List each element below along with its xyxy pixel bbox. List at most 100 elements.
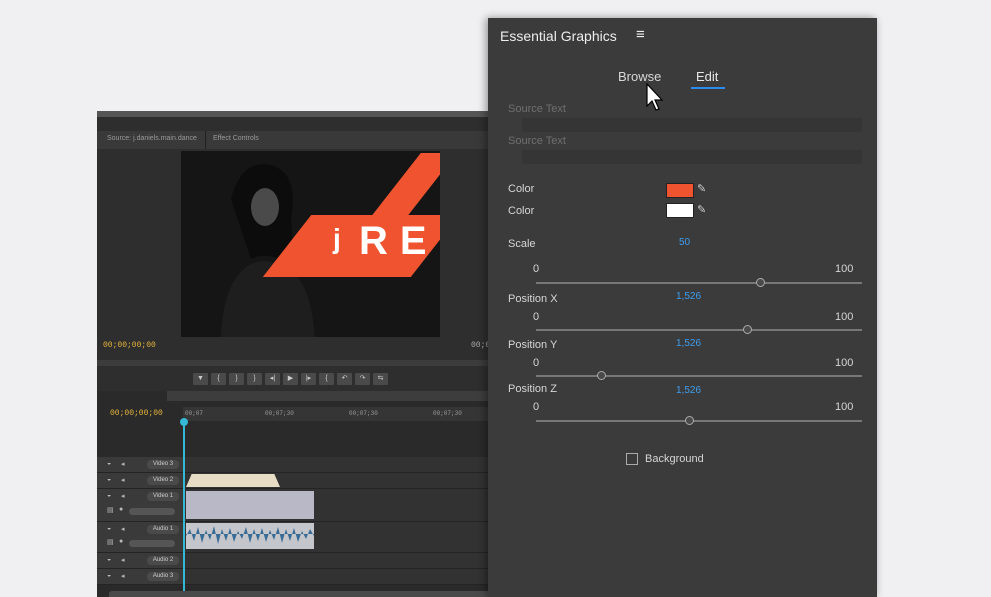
position-z-value[interactable]: 1,526	[676, 385, 701, 396]
position-x-label: Position X	[508, 293, 558, 305]
source-text-field-2[interactable]	[522, 150, 862, 164]
background-label: Background	[645, 453, 704, 465]
overwrite-button[interactable]: ↷	[355, 373, 370, 385]
ruler-label: 00;07	[185, 410, 204, 417]
mark-in-button[interactable]: {	[211, 373, 226, 385]
position-z-min: 0	[533, 401, 540, 413]
ruler-label: 00;07;30	[265, 410, 294, 417]
color-label-2: Color	[508, 205, 535, 217]
lock-icon[interactable]: ◂	[121, 525, 125, 533]
tab-effect-controls[interactable]: Effect Controls	[213, 135, 259, 142]
mic-icon: ▤	[107, 539, 114, 546]
eye-icon[interactable]: ◒	[107, 476, 111, 483]
panel-title: Essential Graphics	[500, 28, 617, 44]
position-x-value[interactable]: 1,526	[676, 291, 701, 302]
tab-source[interactable]: Source: j.daniels.main.dance	[107, 135, 197, 142]
mark-out-button[interactable]: }	[229, 373, 244, 385]
speaker-icon[interactable]: ◒	[107, 556, 111, 563]
scale-slider[interactable]	[536, 282, 862, 284]
position-y-value[interactable]: 1,526	[676, 338, 701, 349]
go-to-in-button[interactable]: }	[247, 373, 262, 385]
position-z-slider[interactable]	[536, 420, 862, 422]
monitor-tab-bar: Source: j.daniels.main.dance Effect Cont…	[97, 131, 490, 149]
position-y-slider[interactable]	[536, 375, 862, 377]
source-scrub-bar[interactable]	[97, 360, 490, 366]
preview-letter: j	[333, 223, 341, 254]
track-header: ◒ ◂ Video 3	[97, 457, 183, 472]
position-x-slider-handle[interactable]	[743, 325, 753, 334]
position-z-label: Position Z	[508, 383, 557, 395]
track-audio-1: ◒ ◂ Audio 1 ▤ ●	[97, 522, 490, 553]
video-clip[interactable]	[186, 491, 314, 519]
speaker-icon[interactable]: ◒	[107, 572, 111, 579]
speaker-icon[interactable]: ◒	[107, 525, 111, 532]
insert-button[interactable]: ↶	[337, 373, 352, 385]
track-header: ◒ ◂ Audio 2	[97, 553, 183, 568]
position-z-slider-handle[interactable]	[684, 416, 694, 425]
position-x-slider[interactable]	[536, 329, 862, 331]
timeline-timecode: 00;00;00;00	[110, 409, 163, 418]
hamburger-icon[interactable]: ≡	[636, 26, 645, 43]
eyedropper-icon[interactable]: ✎	[697, 182, 706, 195]
orange-shape-top	[369, 153, 440, 219]
tab-separator	[205, 131, 206, 149]
background-checkbox[interactable]	[626, 453, 638, 465]
program-preview: j RE	[181, 151, 440, 337]
playhead[interactable]	[183, 421, 185, 597]
playhead-handle[interactable]	[180, 418, 188, 426]
lock-icon[interactable]: ◂	[121, 460, 125, 468]
position-x-min: 0	[533, 311, 540, 323]
lock-icon[interactable]: ◂	[121, 572, 125, 580]
track-header: ◒ ◂ Audio 3	[97, 569, 183, 584]
source-text-label-2: Source Text	[508, 135, 566, 147]
eyedropper-icon[interactable]: ✎	[697, 203, 706, 216]
position-y-max: 100	[835, 357, 854, 369]
marker-button[interactable]: ▼	[193, 373, 208, 385]
track-header: ◒ ◂ Video 1 ▤ ●	[97, 489, 183, 521]
position-y-slider-handle[interactable]	[596, 371, 606, 380]
step-forward-button[interactable]: |▸	[301, 373, 316, 385]
track-header: ◒ ◂ Video 2	[97, 473, 183, 488]
step-back-button[interactable]: ◂|	[265, 373, 280, 385]
editor-window: Source: j.daniels.main.dance Effect Cont…	[97, 111, 490, 597]
scale-label: Scale	[508, 238, 536, 250]
ruler-label: 00;07;30	[349, 410, 378, 417]
track-volume-pill[interactable]	[129, 540, 175, 547]
track-header: ◒ ◂ Audio 1 ▤ ●	[97, 522, 183, 552]
dot-icon: ●	[119, 538, 124, 545]
timeline-scrollbar[interactable]	[109, 591, 490, 597]
track-audio-2: ◒ ◂ Audio 2	[97, 553, 490, 569]
timeline-panel: 00;00;00;00 00;07 00;07;30 00;07;30 00;0…	[97, 391, 490, 597]
position-z-max: 100	[835, 401, 854, 413]
scale-value[interactable]: 50	[679, 237, 690, 248]
scale-slider-handle[interactable]	[756, 278, 766, 287]
color-swatch-2[interactable]	[666, 203, 694, 218]
transport-controls: ▼ { } } ◂| ▶ |▸ { ↶ ↷ ⇆	[193, 373, 429, 387]
eye-icon[interactable]: ◒	[107, 460, 111, 467]
track-volume-pill[interactable]	[129, 508, 175, 515]
lock-icon[interactable]: ◂	[121, 492, 125, 500]
export-frame-button[interactable]: ⇆	[373, 373, 388, 385]
eye-icon[interactable]: ◒	[107, 492, 111, 499]
position-y-min: 0	[533, 357, 540, 369]
track-label: Audio 1	[147, 525, 179, 534]
track-label: Video 1	[147, 492, 179, 501]
audio-clip[interactable]	[186, 523, 314, 549]
track-video-3: ◒ ◂ Video 3	[97, 457, 490, 473]
scale-min: 0	[533, 263, 540, 275]
graphics-clip[interactable]	[186, 474, 280, 487]
lock-icon[interactable]: ◂	[121, 556, 125, 564]
color-label-1: Color	[508, 183, 535, 195]
timeline-ruler[interactable]: 00;07 00;07;30 00;07;30 00;07;30	[183, 407, 490, 421]
go-to-out-button[interactable]: {	[319, 373, 334, 385]
track-label: Audio 3	[147, 572, 179, 581]
source-timecode: 00;00;00;00	[103, 341, 156, 350]
lock-icon[interactable]: ◂	[121, 476, 125, 484]
play-button[interactable]: ▶	[283, 373, 298, 385]
color-swatch-1[interactable]	[666, 183, 694, 198]
source-text-field-1[interactable]	[522, 118, 862, 132]
preview-title: RE	[359, 219, 439, 263]
track-label: Audio 2	[147, 556, 179, 565]
timeline-header-bar	[167, 391, 490, 401]
tab-edit[interactable]: Edit	[696, 69, 718, 84]
